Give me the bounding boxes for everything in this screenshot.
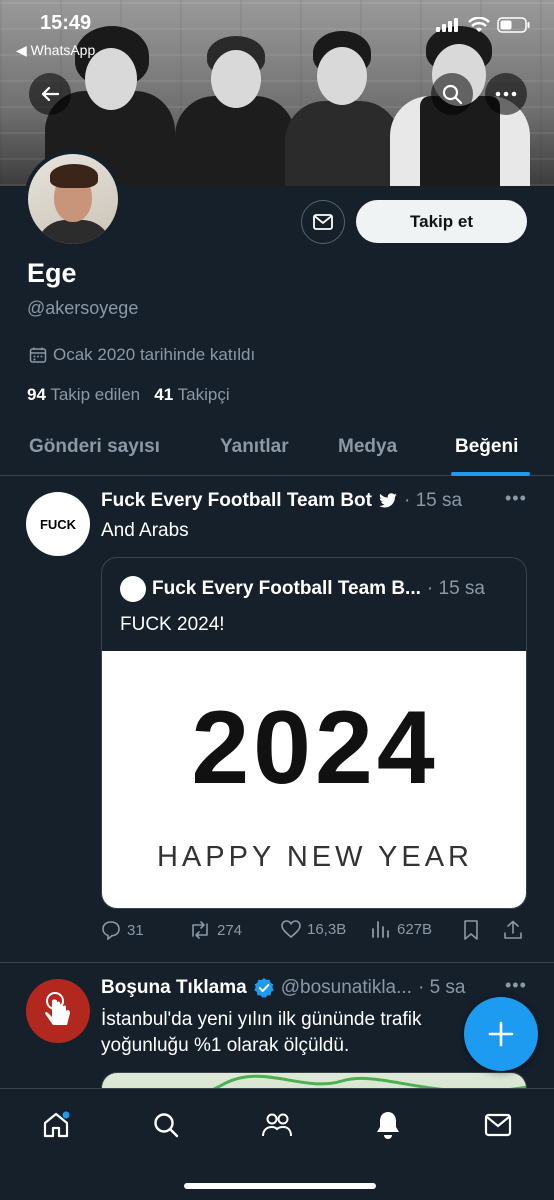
communities-icon [262, 1113, 292, 1137]
reply-count: 31 [127, 921, 144, 939]
join-date: Ocak 2020 tarihinde katıldı [29, 345, 255, 365]
profile-avatar[interactable] [28, 154, 118, 244]
bird-icon [379, 493, 397, 508]
bell-icon [377, 1112, 399, 1139]
envelope-icon [484, 1113, 512, 1137]
reply-icon [102, 921, 120, 940]
banner-person [175, 36, 295, 186]
following-link[interactable]: 94 Takip edilen [27, 385, 140, 404]
quoted-text: FUCK 2024! [120, 614, 225, 635]
follow-stats: 94 Takip edilen 41 Takipçi [27, 385, 230, 405]
back-to-app-link[interactable]: ◀ WhatsApp [16, 42, 95, 59]
bookmark-button[interactable] [463, 920, 479, 940]
calendar-icon [29, 347, 47, 363]
verified-badge-icon [253, 978, 274, 998]
search-button[interactable] [431, 73, 473, 115]
bookmark-icon [464, 920, 478, 940]
tweet-text: İstanbul'da yeni yılın ilk gününde trafi… [101, 1007, 422, 1059]
avatar-logo-text: FUCK [39, 516, 77, 532]
reply-button[interactable]: 31 [101, 920, 144, 940]
tweet-author[interactable]: Boşuna Tıklama [101, 977, 247, 999]
analytics-icon [372, 921, 389, 938]
nav-messages[interactable] [478, 1105, 518, 1145]
home-indicator[interactable] [184, 1183, 376, 1189]
views-button[interactable]: 627B [371, 920, 432, 938]
tweet-text-line: İstanbul'da yeni yılın ilk gününde trafi… [101, 1009, 422, 1030]
banner-person [285, 31, 400, 186]
retweet-icon [192, 921, 208, 939]
tweet-more-button[interactable]: ••• [505, 975, 527, 996]
heart-icon [281, 920, 301, 938]
views-count: 627B [397, 920, 433, 938]
quoted-author: Fuck Every Football Team B... [152, 578, 421, 599]
wifi-icon [468, 16, 490, 38]
retweet-button[interactable]: 274 [189, 920, 242, 940]
tweet-more-button[interactable]: ••• [505, 488, 527, 509]
envelope-icon [313, 214, 333, 230]
follow-button[interactable]: Takip et [356, 200, 527, 243]
tab-likes[interactable]: Beğeni [455, 436, 518, 458]
battery-icon [497, 17, 531, 38]
home-icon [43, 1111, 70, 1138]
status-time: 15:49 [40, 12, 92, 34]
tweet-actions: 31 274 16,3B 627B [101, 920, 527, 950]
image-year-text: 2024 [191, 690, 439, 806]
compose-tweet-button[interactable] [464, 997, 538, 1071]
profile-name: Ege [27, 258, 77, 288]
quoted-avatar [120, 576, 146, 602]
nav-notifications[interactable] [368, 1105, 408, 1145]
quoted-time: · 15 sa [426, 578, 485, 599]
status-bar: 15:49 [0, 0, 554, 40]
back-button[interactable] [29, 73, 71, 115]
tweet-header: Fuck Every Football Team Bot · 15 sa [101, 490, 462, 512]
retweet-count: 274 [217, 921, 243, 939]
tweet-text: And Arabs [101, 520, 189, 541]
profile-handle: @akersoyege [27, 298, 139, 318]
profile-tabs: Gönderi sayısı Yanıtlar Medya Beğeni [0, 420, 554, 476]
quoted-image[interactable]: 2024 HAPPY NEW YEAR [102, 651, 526, 908]
tweet-time: · 5 sa [417, 977, 466, 998]
tap-hand-icon [45, 992, 70, 1025]
signal-icon [436, 18, 458, 37]
nav-communities[interactable] [257, 1105, 297, 1145]
tweet-time: · 15 sa [403, 490, 463, 511]
nav-home[interactable] [36, 1105, 76, 1145]
more-options-button[interactable] [485, 73, 527, 115]
tweet-header: Boşuna Tıklama @bosunatikla... · 5 sa [101, 977, 466, 999]
like-button[interactable]: 16,3B [281, 920, 346, 938]
tweet-avatar[interactable] [26, 979, 90, 1043]
tweet-handle: @bosunatikla... [280, 977, 412, 998]
message-button[interactable] [301, 200, 345, 244]
share-button[interactable] [503, 920, 523, 940]
tweet-text-line: yoğunluğu %1 olarak ölçüldü. [101, 1035, 350, 1056]
followers-link[interactable]: 41 Takipçi [154, 385, 229, 404]
tab-replies[interactable]: Yanıtlar [220, 436, 289, 458]
active-tab-indicator [451, 472, 530, 476]
nav-search[interactable] [146, 1105, 186, 1145]
tab-posts[interactable]: Gönderi sayısı [29, 436, 160, 458]
quoted-tweet[interactable]: Fuck Every Football Team B... · 15 sa FU… [101, 557, 527, 909]
tweet-avatar[interactable]: FUCK [26, 492, 90, 556]
search-icon [154, 1113, 179, 1138]
tweet-author[interactable]: Fuck Every Football Team Bot [101, 490, 372, 512]
tweet-divider [0, 962, 554, 963]
join-date-text: Ocak 2020 tarihinde katıldı [53, 345, 256, 364]
quoted-tweet-header: Fuck Every Football Team B... · 15 sa [120, 576, 485, 602]
image-caption-text: HAPPY NEW YEAR [156, 841, 473, 873]
like-count: 16,3B [307, 920, 347, 938]
tab-media[interactable]: Medya [338, 436, 397, 458]
more-icon [495, 91, 517, 97]
search-icon [442, 84, 463, 105]
share-icon [504, 920, 522, 939]
plus-icon [488, 1021, 514, 1047]
arrow-left-icon [41, 86, 60, 102]
